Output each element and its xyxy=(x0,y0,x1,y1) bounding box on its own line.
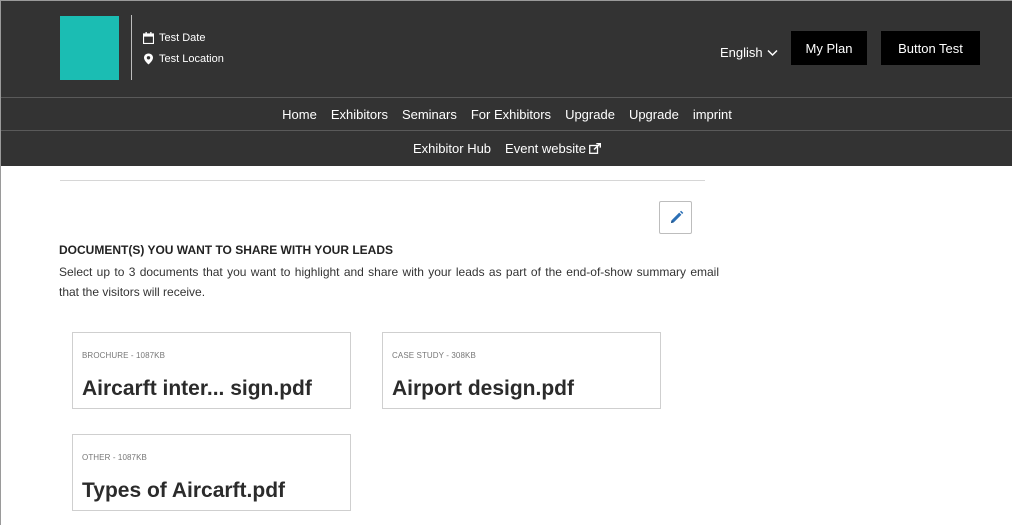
nav-home[interactable]: Home xyxy=(282,107,317,122)
documents-section-description: Select up to 3 documents that you want t… xyxy=(59,265,719,299)
nav-exhibitors[interactable]: Exhibitors xyxy=(331,107,388,122)
event-location: Test Location xyxy=(143,53,224,65)
document-meta: BROCHURE - 1087KB xyxy=(82,351,166,360)
document-card-case-study[interactable]: CASE STUDY - 308KB Airport design.pdf xyxy=(382,332,661,409)
chevron-down-icon xyxy=(767,49,778,56)
app-frame: Test Date Test Location English My Plan … xyxy=(0,0,1012,525)
nav-upgrade-2[interactable]: Upgrade xyxy=(629,107,679,122)
top-header: Test Date Test Location English My Plan … xyxy=(1,1,1012,97)
nav-seminars[interactable]: Seminars xyxy=(402,107,457,122)
calendar-icon xyxy=(143,32,154,44)
document-name: Airport design.pdf xyxy=(392,377,574,400)
pencil-icon xyxy=(670,210,683,223)
document-name: Types of Aircarft.pdf xyxy=(82,479,286,502)
event-location-label: Test Location xyxy=(159,53,224,65)
external-link-icon xyxy=(589,143,601,154)
document-card-brochure[interactable]: BROCHURE - 1087KB Aircarft inter... sign… xyxy=(72,332,351,409)
document-meta: OTHER - 1087KB xyxy=(82,453,147,462)
document-meta: CASE STUDY - 308KB xyxy=(392,351,476,360)
my-plan-button[interactable]: My Plan xyxy=(791,31,867,65)
header-separator xyxy=(131,15,132,80)
event-date-label: Test Date xyxy=(159,32,206,44)
nav-for-exhibitors[interactable]: For Exhibitors xyxy=(471,107,551,122)
secondary-nav: Exhibitor Hub Event website xyxy=(1,130,1012,166)
event-date: Test Date xyxy=(143,32,205,44)
nav-upgrade-1[interactable]: Upgrade xyxy=(565,107,615,122)
document-card-other[interactable]: OTHER - 1087KB Types of Aircarft.pdf xyxy=(72,434,351,511)
nav-event-website-label: Event website xyxy=(505,141,586,156)
event-logo[interactable] xyxy=(60,16,119,80)
button-test-button[interactable]: Button Test xyxy=(881,31,980,65)
location-pin-icon xyxy=(144,53,153,65)
language-selector[interactable]: English xyxy=(720,45,778,60)
primary-nav: Home Exhibitors Seminars For Exhibitors … xyxy=(1,97,1012,130)
nav-exhibitor-hub[interactable]: Exhibitor Hub xyxy=(413,141,491,156)
edit-button[interactable] xyxy=(659,201,692,234)
nav-event-website[interactable]: Event website xyxy=(505,141,601,156)
content-divider xyxy=(60,180,705,181)
nav-imprint[interactable]: imprint xyxy=(693,107,732,122)
document-name: Aircarft inter... sign.pdf xyxy=(82,377,312,400)
documents-section-title: DOCUMENT(S) YOU WANT TO SHARE WITH YOUR … xyxy=(59,243,394,257)
language-label: English xyxy=(720,45,763,60)
